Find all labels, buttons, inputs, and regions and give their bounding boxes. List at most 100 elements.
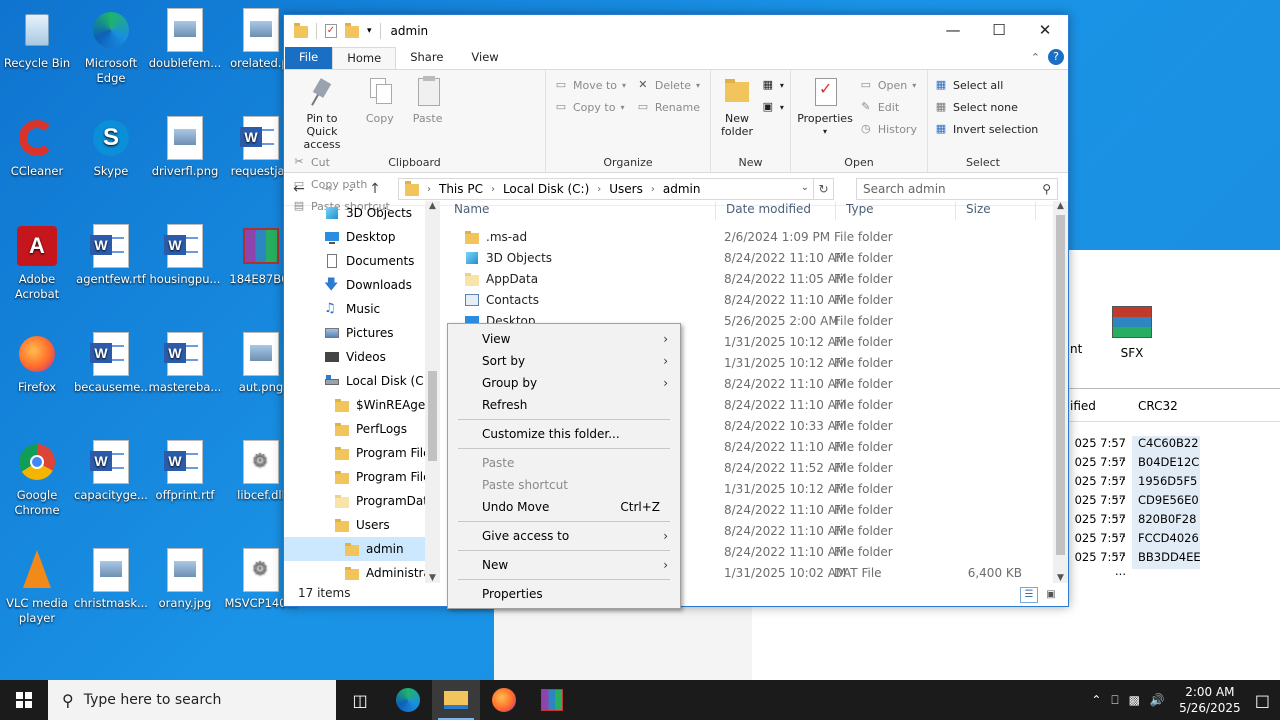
desktop-icon-img[interactable]: christmask... (74, 548, 148, 611)
nav-item[interactable]: Videos (284, 345, 440, 369)
desktop-icon-word[interactable]: Wcapacityge... (74, 440, 148, 503)
open-button[interactable]: ▭ Open ▾ (859, 74, 917, 96)
nav-item[interactable]: PerfLogs (284, 417, 440, 441)
search-box[interactable]: Search admin ⚲ (856, 178, 1058, 200)
desktop-icon-word[interactable]: Whousingpu... (148, 224, 222, 287)
archive-row[interactable]: 025 7:57 ... B04DE12C (1068, 455, 1200, 483)
context-menu-item[interactable]: New › (448, 554, 680, 576)
volume-icon[interactable]: 🔊 (1150, 693, 1165, 707)
maximize-button[interactable]: ☐ (976, 15, 1022, 47)
nav-item[interactable]: Program Files (284, 465, 440, 489)
desktop-icon-word[interactable]: Woffprint.rtf (148, 440, 222, 503)
taskbar-firefox[interactable] (480, 680, 528, 720)
archive-row[interactable]: 025 7:57 ... 1956D5F5 (1068, 474, 1200, 502)
tab-share[interactable]: Share (396, 47, 457, 69)
nav-item[interactable]: ProgramData (284, 489, 440, 513)
nav-scroll-up-icon[interactable]: ▲ (425, 201, 440, 211)
context-menu-item[interactable]: Paste (448, 452, 680, 474)
nav-item[interactable]: 🡇 Downloads (284, 273, 440, 297)
context-menu-item[interactable]: Properties (448, 583, 680, 605)
nav-item[interactable]: Administrat (284, 561, 440, 583)
tab-file[interactable]: File (285, 47, 333, 69)
large-icons-view-icon[interactable]: ▣ (1042, 587, 1060, 603)
copy-to-button[interactable]: ▭ Copy to ▾ (554, 96, 626, 118)
pin-quick-access-button[interactable]: Pin to Quick access (290, 74, 354, 151)
context-menu-item[interactable]: Customize this folder... (448, 423, 680, 445)
rename-button[interactable]: ▭ Rename (636, 96, 700, 118)
desktop-icon-word[interactable]: Wbecauseme... (74, 332, 151, 395)
desktop-icon-word[interactable]: Wmastereba... (148, 332, 222, 395)
properties-button[interactable]: ✓ Properties ▾ (797, 74, 853, 138)
refresh-icon[interactable]: ↻ (813, 179, 833, 199)
files-scroll-up-icon[interactable]: ▲ (1053, 201, 1068, 211)
copy-button[interactable]: Copy (358, 74, 402, 125)
tab-home[interactable]: Home (332, 47, 397, 69)
tab-view[interactable]: View (457, 47, 512, 69)
select-none-button[interactable]: ▦ Select none (934, 96, 1038, 118)
notifications-icon[interactable]: □ (1255, 691, 1270, 710)
crumb-admin[interactable]: admin (663, 182, 701, 196)
paste-button[interactable]: Paste (406, 74, 450, 125)
files-scroll-thumb[interactable] (1056, 215, 1065, 555)
details-view-icon[interactable]: ☰ (1020, 587, 1038, 603)
customize-qat-icon[interactable]: ▾ (367, 26, 372, 36)
task-view-button[interactable]: ◫ (336, 680, 384, 720)
new-folder-button[interactable]: New folder (717, 74, 757, 138)
file-row[interactable]: 3D Objects 8/24/2022 11:10 AM File folder (444, 247, 1056, 268)
select-all-button[interactable]: ▦ Select all (934, 74, 1038, 96)
nav-item[interactable]: Local Disk (C:) (284, 369, 440, 393)
archive-row[interactable]: 025 7:57 ... FCCD4026 (1068, 531, 1200, 559)
desktop-icon-ccleaner[interactable]: CCleaner (0, 116, 74, 179)
desktop-icon-word[interactable]: Wagentfew.rtf (74, 224, 148, 287)
desktop-icon-vlc[interactable]: VLC media player (0, 548, 74, 626)
taskbar-winrar[interactable] (528, 680, 576, 720)
col-name[interactable]: Name (444, 202, 716, 220)
easy-access-button[interactable]: ▣ ▾ (761, 96, 784, 118)
desktop-icon-acrobat[interactable]: A Adobe Acrobat (0, 224, 74, 302)
desktop-icon-firefox[interactable]: Firefox (0, 332, 74, 395)
context-menu-item[interactable]: Group by › (448, 372, 680, 394)
properties-qat-icon[interactable]: ✓ (325, 24, 337, 38)
copy-path-button[interactable]: ▭ Copy path (292, 173, 390, 195)
network-icon[interactable]: ⎕ (1111, 693, 1118, 708)
col-size[interactable]: Size (956, 202, 1036, 220)
crumb-this-pc[interactable]: This PC (439, 182, 483, 196)
history-button[interactable]: ◷ History (859, 118, 917, 140)
nav-item[interactable]: Program Files (284, 441, 440, 465)
archive-row[interactable]: 025 7:57 ... 820B0F28 (1068, 512, 1200, 540)
nav-item[interactable]: Desktop (284, 225, 440, 249)
move-to-button[interactable]: ▭ Move to ▾ (554, 74, 626, 96)
crumb-users[interactable]: Users (609, 182, 643, 196)
col-crc32[interactable]: CRC32 (1138, 399, 1178, 413)
context-menu-item[interactable]: Sort by › (448, 350, 680, 372)
new-folder-qat-icon[interactable] (345, 23, 359, 38)
edit-button[interactable]: ✎ Edit (859, 96, 917, 118)
crumb-local-disk[interactable]: Local Disk (C:) (503, 182, 589, 196)
address-dropdown-icon[interactable]: ⌄ (801, 182, 809, 193)
col-modified[interactable]: ified (1070, 399, 1096, 413)
nav-item[interactable]: admin (284, 537, 440, 561)
context-menu-item[interactable]: Give access to › (448, 525, 680, 547)
address-bar[interactable]: › This PC › Local Disk (C:) › Users › ad… (398, 178, 834, 200)
clock[interactable]: 2:00 AM 5/26/2025 (1175, 684, 1245, 716)
desktop-icon-img[interactable]: orany.jpg (148, 548, 222, 611)
sfx-button[interactable]: SFX (1106, 306, 1158, 360)
taskbar-edge[interactable] (384, 680, 432, 720)
nav-item[interactable]: Users (284, 513, 440, 537)
nav-item[interactable]: Pictures (284, 321, 440, 345)
desktop-icon-recycle[interactable]: Recycle Bin (0, 8, 74, 71)
desktop-icon-skype[interactable]: S Skype (74, 116, 148, 179)
close-button[interactable]: ✕ (1022, 15, 1068, 47)
file-row[interactable]: AppData 8/24/2022 11:05 AM File folder (444, 268, 1056, 289)
archive-row[interactable]: 025 7:57 ... C4C60B22 (1068, 436, 1200, 464)
file-row[interactable]: Contacts 8/24/2022 11:10 AM File folder (444, 289, 1056, 310)
nav-item[interactable]: $WinREAgent (284, 393, 440, 417)
archive-row[interactable]: 025 7:57 ... CD9E56E0 (1068, 493, 1200, 521)
context-menu-item[interactable]: View › (448, 328, 680, 350)
nav-item[interactable]: ♫ Music (284, 297, 440, 321)
delete-button[interactable]: ✕ Delete ▾ (636, 74, 700, 96)
archive-row[interactable]: 025 7:57 ... BB3DD4EE (1068, 550, 1201, 578)
desktop-icon-edge[interactable]: Microsoft Edge (74, 8, 148, 86)
invert-selection-button[interactable]: ▦ Invert selection (934, 118, 1038, 140)
nav-item[interactable]: 3D Objects (284, 201, 440, 225)
